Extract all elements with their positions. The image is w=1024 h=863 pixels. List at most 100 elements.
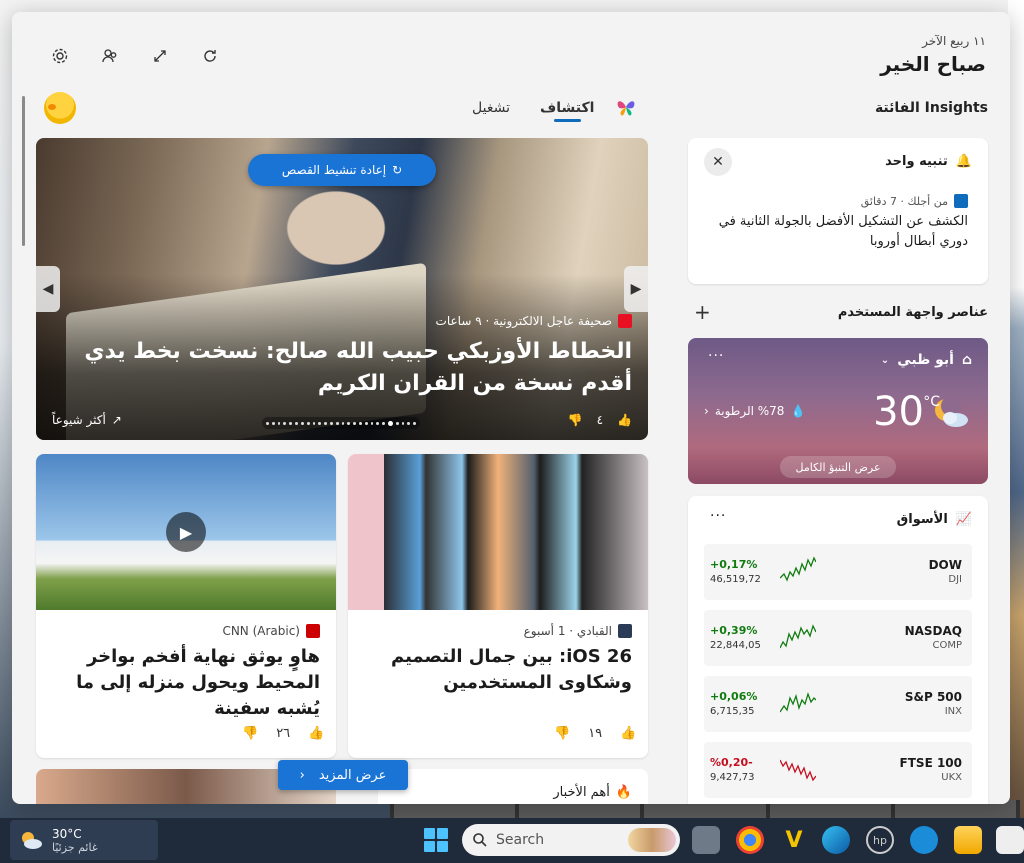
card-headline[interactable]: iOS 26: بين جمال التصميم وشكاوى المستخدم… (362, 644, 632, 696)
taskbar-search[interactable]: Search (462, 824, 680, 856)
top-news-label: أهم الأخبار (553, 785, 610, 800)
tab-play[interactable]: تشغيل (472, 100, 510, 122)
dislike-icon[interactable]: 👎 (554, 726, 570, 741)
market-row-nasdaq[interactable]: NASDAQ COMP +0,39% 22,844,05 (704, 610, 972, 666)
expand-icon[interactable] (148, 44, 172, 68)
dislike-icon[interactable]: 👎 (242, 726, 258, 741)
card-source-label: القبادي · 1 أسبوع (523, 624, 612, 638)
market-value: 6,715,35 (710, 706, 755, 717)
trending-link[interactable]: ↗ أكثر شيوعاً (52, 413, 122, 427)
publisher-logo-icon (306, 624, 320, 638)
search-icon (473, 833, 487, 847)
tab-discover[interactable]: اكتشاف (540, 100, 594, 122)
card-reactions: 👍 ١٩ 👎 (554, 726, 636, 741)
hero-story-card[interactable]: ↻ إعادة تنشيط القصص ◀ ▶ صحيفة عاجل الالك… (36, 138, 648, 440)
like-icon[interactable]: 👍 (308, 726, 324, 741)
home-icon: ⌂ (961, 352, 972, 368)
market-change: +0,17% (710, 558, 758, 571)
chevron-left-icon: ◀ (42, 281, 54, 297)
hero-reactions: 👍 ٤ 👎 (568, 413, 632, 427)
taskbar-weather[interactable]: 30°C غائم جزئيًا (10, 820, 158, 860)
weather-location[interactable]: ⌂ أبو ظبي ⌄ (881, 352, 972, 368)
app-icon[interactable] (996, 826, 1024, 854)
feed-tabs: اكتشاف تشغيل (472, 100, 594, 122)
market-row-dow[interactable]: DOW DJI +0,17% 46,519,72 (704, 544, 972, 600)
market-ticker: UKX (941, 772, 962, 783)
trend-up-icon: 📈 (955, 512, 972, 527)
like-icon[interactable]: 👍 (620, 726, 636, 741)
partly-cloudy-icon (22, 832, 42, 849)
alert-header: 🔔 تنبيه واحد (885, 154, 972, 169)
user-avatar[interactable] (44, 92, 76, 124)
more-options-icon[interactable]: ··· (710, 508, 726, 524)
alert-title: تنبيه واحد (885, 154, 948, 169)
dislike-icon[interactable]: 👎 (568, 413, 583, 427)
like-count: ١٩ (588, 726, 603, 741)
refresh-icon[interactable] (198, 44, 222, 68)
market-sparkline (780, 759, 816, 782)
market-ticker: DJI (948, 574, 962, 585)
hero-headline[interactable]: الخطاط الأوزبكي حبيب الله صالح: نسخت بخط… (72, 336, 632, 400)
people-icon[interactable] (98, 44, 122, 68)
add-widget-icon[interactable]: + (688, 300, 711, 324)
trending-label: أكثر شيوعاً (52, 413, 106, 427)
news-card-ios[interactable]: القبادي · 1 أسبوع iOS 26: بين جمال التصم… (348, 454, 648, 758)
full-forecast-button[interactable]: عرض التنبؤ الكامل (780, 456, 896, 478)
hp-icon[interactable]: hp (866, 826, 894, 854)
like-count: ٢٦ (276, 726, 291, 741)
markets-title: الأسواق (896, 512, 948, 527)
alert-card[interactable]: 🔔 تنبيه واحد ✕ من أجلك · 7 دقائق الكشف ع… (688, 138, 988, 284)
play-icon[interactable]: ▶ (166, 512, 206, 552)
carousel-indicator (262, 417, 420, 429)
news-card-ship[interactable]: ▶ CNN (Arabic) هاوٍ يوثق نهاية أفخم بواخ… (36, 454, 336, 758)
close-alert-button[interactable]: ✕ (704, 148, 732, 176)
market-row-ftse[interactable]: FTSE 100 UKX %0,20- 9,427,73 (704, 742, 972, 798)
market-value: 46,519,72 (710, 574, 761, 585)
market-row-sp500[interactable]: S&P 500 INX +0,06% 6,715,35 (704, 676, 972, 732)
alert-headline[interactable]: الكشف عن التشكيل الأفضل بالجولة الثانية … (718, 212, 968, 252)
chevron-right-icon: ▶ (630, 281, 642, 297)
weather-location-label: أبو ظبي (897, 352, 954, 368)
weather-unit: °C (923, 394, 940, 410)
settings-icon[interactable] (48, 44, 72, 68)
carousel-next-button[interactable]: ▶ (624, 266, 648, 312)
markets-header: 📈 الأسواق (897, 512, 972, 527)
show-more-label: عرض المزيد (318, 767, 387, 783)
start-button[interactable] (424, 828, 448, 852)
market-name: NASDAQ (904, 624, 962, 638)
weather-widget[interactable]: ⌂ أبو ظبي ⌄ ··· 30 °C 💧 %78 الرطوبة ‹ عر… (688, 338, 988, 484)
close-icon: ✕ (712, 154, 724, 170)
file-explorer-icon[interactable] (954, 826, 982, 854)
search-placeholder: Search (496, 832, 545, 848)
market-sparkline (780, 556, 816, 582)
like-icon[interactable]: 👍 (617, 413, 632, 427)
desktop-edge (1008, 0, 1024, 820)
refresh-stories-button[interactable]: ↻ إعادة تنشيط القصص (248, 154, 436, 186)
chevron-left-icon[interactable]: ‹ (704, 404, 709, 418)
show-more-button[interactable]: عرض المزيد ‹ (278, 760, 408, 790)
weather-humidity-label: %78 الرطوبة (714, 404, 785, 418)
top-news-card[interactable]: 🔥 أهم الأخبار (378, 769, 648, 804)
markets-widget[interactable]: 📈 الأسواق ··· DOW DJI +0,17% 46,519,72 N… (688, 496, 988, 804)
weather-temperature: 30 (873, 389, 924, 435)
taskbar-condition: غائم جزئيًا (52, 840, 98, 854)
market-change: +0,06% (710, 690, 758, 703)
publisher-logo-icon (954, 194, 968, 208)
greeting-title: صباح الخير (880, 52, 986, 76)
feed-scrollbar[interactable] (22, 96, 25, 246)
market-name: DOW (928, 558, 962, 572)
trending-icon: ↗ (111, 413, 122, 427)
alert-meta-label: من أجلك · 7 دقائق (860, 194, 948, 208)
app-v-icon[interactable]: V (780, 826, 808, 854)
flame-icon: 🔥 (615, 785, 632, 800)
card-source: CNN (Arabic) (222, 624, 320, 638)
task-view-icon[interactable] (692, 826, 720, 854)
support-icon[interactable] (910, 826, 938, 854)
more-options-icon[interactable]: ··· (708, 348, 724, 364)
panel-toolbar (48, 44, 222, 68)
edge-icon[interactable] (822, 826, 850, 854)
chrome-icon[interactable] (736, 826, 764, 854)
carousel-prev-button[interactable]: ◀ (36, 266, 60, 312)
card-headline[interactable]: هاوٍ يوثق نهاية أفخم بواخر المحيط ويحول … (50, 644, 320, 722)
butterfly-icon (617, 101, 635, 116)
